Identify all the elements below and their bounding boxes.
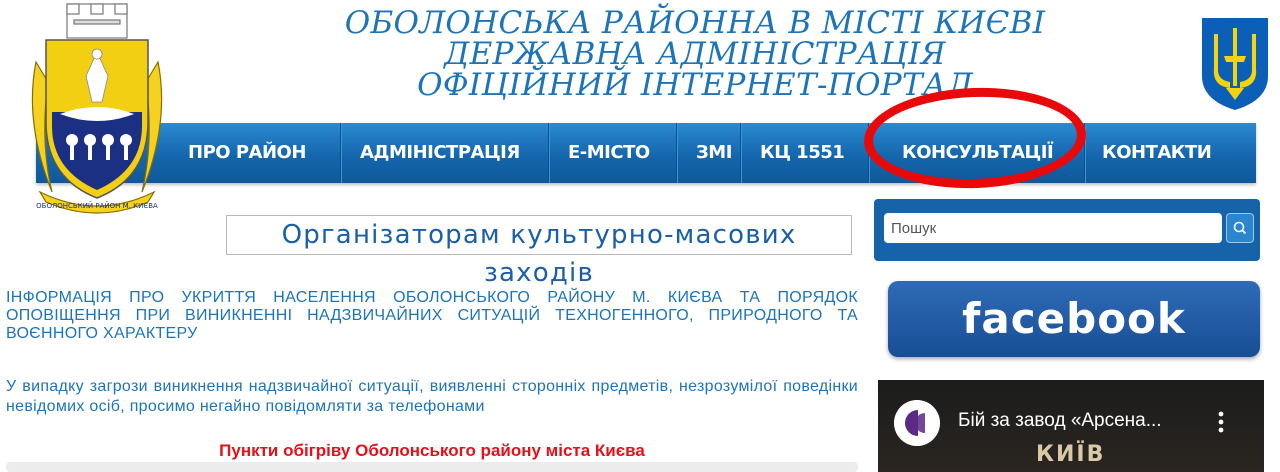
- nav-item-zmi[interactable]: ЗМІ: [696, 123, 732, 183]
- channel-logo-icon: [894, 400, 940, 446]
- search-icon: [1233, 221, 1247, 235]
- heating-points-heading[interactable]: Пункти обігріву Оболонського району міст…: [6, 441, 858, 461]
- nav-item-pro-raion[interactable]: ПРО РАЙОН: [188, 123, 306, 183]
- nav-separator: [676, 123, 677, 183]
- trident-icon: [1202, 18, 1268, 110]
- site-title-line-2: ДЕРЖАВНА АДМІНІСТРАЦІЯ: [444, 36, 946, 72]
- video-embed[interactable]: Бій за завод «Арсена... КИЇВ: [878, 380, 1264, 472]
- site-title-line-1: ОБОЛОНСЬКА РАЙОННА В МІСТІ КИЄВІ: [344, 5, 1046, 41]
- facebook-banner[interactable]: facebook: [888, 281, 1260, 357]
- video-title[interactable]: Бій за завод «Арсена...: [958, 410, 1162, 432]
- nav-item-administratsiia[interactable]: АДМІНІСТРАЦІЯ: [360, 123, 520, 183]
- search-input[interactable]: [884, 213, 1222, 243]
- emergency-paragraph: У випадку загрози виникнення надзвичайно…: [6, 378, 858, 415]
- page-heading: Організаторам культурно-масових заходів: [226, 215, 852, 288]
- site-title: ОБОЛОНСЬКА РАЙОННА В МІСТІ КИЄВІ ДЕРЖАВН…: [330, 8, 1060, 101]
- nav-item-e-misto[interactable]: Е-МІСТО: [568, 123, 650, 183]
- nav-item-kontakty[interactable]: КОНТАКТИ: [1102, 123, 1212, 183]
- nav-separator: [340, 123, 341, 183]
- more-vert-icon[interactable]: [1218, 410, 1224, 434]
- shelter-info-link[interactable]: ІНФОРМАЦІЯ ПРО УКРИТТЯ НАСЕЛЕННЯ ОБОЛОНС…: [6, 289, 858, 343]
- nav-separator: [740, 123, 741, 183]
- video-caption: КИЇВ: [1036, 442, 1106, 467]
- nav-separator: [548, 123, 549, 183]
- coat-of-arms-icon[interactable]: ОБОЛОНСЬКИЙ РАЙОН М. КИЄВА: [22, 2, 172, 214]
- search-panel: [874, 199, 1260, 261]
- nav-item-kc-1551[interactable]: КЦ 1551: [760, 123, 845, 183]
- content-divider: [6, 462, 858, 472]
- coat-of-arms-text: ОБОЛОНСЬКИЙ РАЙОН М. КИЄВА: [36, 201, 158, 210]
- search-button[interactable]: [1226, 213, 1254, 243]
